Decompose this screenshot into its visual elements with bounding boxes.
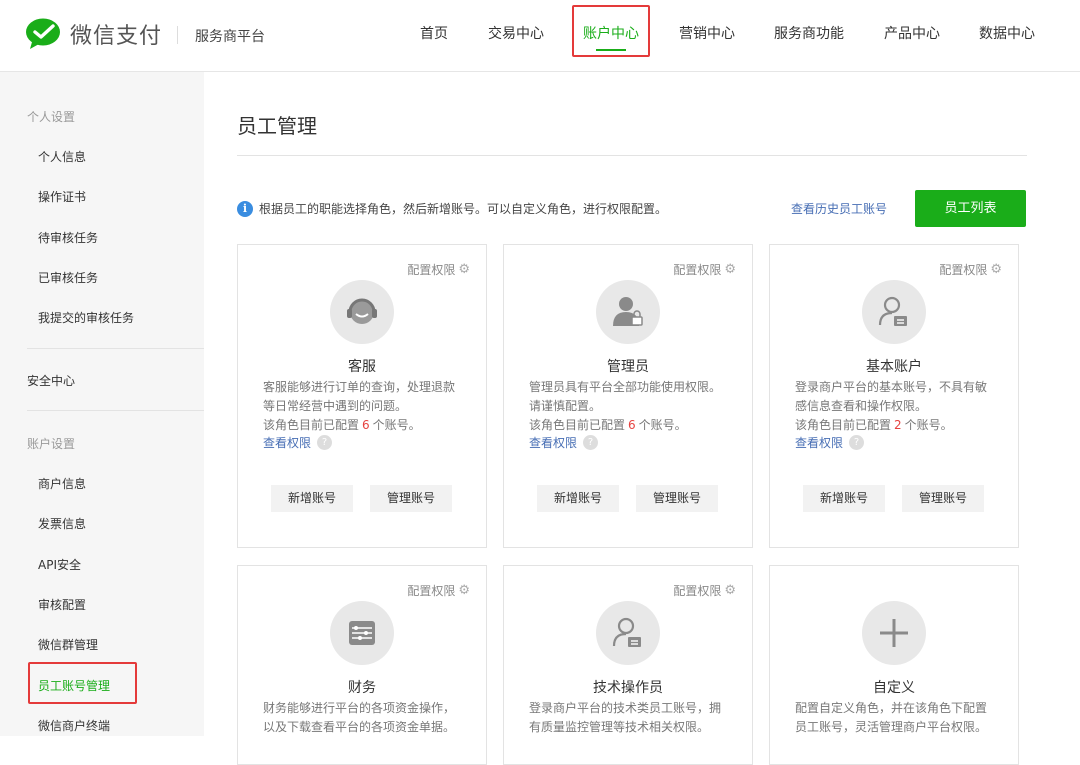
history-staff-link[interactable]: 查看历史员工账号 [791, 200, 887, 217]
config-permission-label: 配置权限 [939, 263, 988, 277]
config-permission-label: 配置权限 [673, 263, 722, 277]
manage-account-button[interactable]: 管理账号 [636, 485, 718, 512]
config-permission-link[interactable]: 配置权限 ⚙ [673, 582, 736, 599]
role-card-customer-service: 配置权限 ⚙ 客服 客服能够进行订单的查询，处理退款等日常经营中遇到的问题。 该角… [237, 244, 487, 548]
view-permission-link[interactable]: 查看权限? [795, 434, 865, 451]
help-icon[interactable]: ? [317, 435, 333, 450]
gear-icon: ⚙ [724, 262, 736, 277]
sidebar-group-personal-settings: 个人设置 [27, 110, 76, 124]
role-account-count: 该角色目前已配置 6 个账号。 [263, 418, 421, 432]
sidebar-item-wechat-group[interactable]: 微信群管理 [38, 636, 98, 653]
active-nav-underline [596, 49, 626, 51]
view-permission-link[interactable]: 查看权限? [263, 434, 333, 451]
sidebar-item-api-security[interactable]: API安全 [38, 556, 81, 573]
sidebar-divider [27, 410, 204, 411]
sidebar-item-pending-tasks[interactable]: 待审核任务 [38, 229, 98, 246]
sidebar-item-invoice-info[interactable]: 发票信息 [38, 515, 86, 532]
header-divider [177, 26, 178, 44]
sidebar-group-account-settings: 账户设置 [27, 437, 76, 451]
view-permission-link[interactable]: 查看权限? [529, 434, 599, 451]
config-permission-label: 配置权限 [673, 584, 722, 598]
view-permission-label: 查看权限 [263, 436, 312, 450]
platform-name: 服务商平台 [195, 29, 265, 45]
nav-transaction-center[interactable]: 交易中心 [484, 0, 548, 72]
title-divider [237, 155, 1027, 156]
view-permission-label: 查看权限 [795, 436, 844, 450]
brand-name: 微信支付 [70, 24, 163, 49]
info-tip-text: 根据员工的职能选择角色，然后新增账号。可以自定义角色，进行权限配置。 [259, 202, 668, 216]
add-account-button[interactable]: 新增账号 [537, 485, 619, 512]
config-permission-link[interactable]: 配置权限 ⚙ [407, 261, 470, 278]
sidebar-item-merchant-info[interactable]: 商户信息 [38, 475, 86, 492]
sidebar-item-submitted-tasks[interactable]: 我提交的审核任务 [38, 309, 134, 326]
nav-marketing-center[interactable]: 营销中心 [675, 0, 739, 72]
basic-user-icon [862, 280, 926, 344]
help-icon[interactable]: ? [583, 435, 599, 450]
nav-home[interactable]: 首页 [410, 0, 458, 72]
add-account-button[interactable]: 新增账号 [803, 485, 885, 512]
admin-lock-icon [596, 280, 660, 344]
role-name: 基本账户 [866, 359, 922, 375]
nav-data-center[interactable]: 数据中心 [975, 0, 1039, 72]
info-tip: i 根据员工的职能选择角色，然后新增账号。可以自定义角色，进行权限配置。 [237, 200, 667, 217]
role-name: 技术操作员 [593, 680, 663, 696]
info-icon: i [237, 200, 253, 217]
role-name: 管理员 [607, 359, 649, 375]
config-permission-link[interactable]: 配置权限 ⚙ [407, 582, 470, 599]
active-sidebar-highlight-box [28, 662, 137, 704]
abacus-icon [330, 601, 394, 665]
config-permission-link[interactable]: 配置权限 ⚙ [673, 261, 736, 278]
page-title: 员工管理 [237, 114, 317, 138]
config-permission-label: 配置权限 [407, 263, 456, 277]
sidebar-item-reviewed-tasks[interactable]: 已审核任务 [38, 269, 98, 286]
wechat-pay-logo-icon [26, 18, 60, 49]
add-account-button[interactable]: 新增账号 [271, 485, 353, 512]
help-icon[interactable]: ? [849, 435, 865, 450]
headset-icon [330, 280, 394, 344]
manage-account-button[interactable]: 管理账号 [902, 485, 984, 512]
gear-icon: ⚙ [724, 583, 736, 598]
sidebar-item-review-config[interactable]: 审核配置 [38, 596, 86, 613]
tech-user-icon [596, 601, 660, 665]
gear-icon: ⚙ [990, 262, 1002, 277]
config-permission-link[interactable]: 配置权限 ⚙ [939, 261, 1002, 278]
role-account-count: 该角色目前已配置 2 个账号。 [795, 418, 953, 432]
role-name: 客服 [348, 359, 376, 375]
manage-account-button[interactable]: 管理账号 [370, 485, 452, 512]
nav-provider-functions[interactable]: 服务商功能 [770, 0, 848, 72]
staff-list-button[interactable]: 员工列表 [915, 190, 1026, 227]
gear-icon: ⚙ [458, 262, 470, 277]
sidebar-item-certificate[interactable]: 操作证书 [38, 188, 86, 205]
role-description: 配置自定义角色，并在该角色下配置员工账号，灵活管理商户平台权限。 [795, 701, 988, 734]
role-description: 登录商户平台的基本账号，不具有敏感信息查看和操作权限。 [795, 380, 988, 413]
sidebar [0, 72, 204, 736]
wechat-pay-logo[interactable]: 微信支付 [26, 18, 162, 50]
nav-product-center[interactable]: 产品中心 [880, 0, 944, 72]
role-description: 客服能够进行订单的查询，处理退款等日常经营中遇到的问题。 [263, 380, 456, 413]
role-description: 登录商户平台的技术类员工账号，拥有质量监控管理等技术相关权限。 [529, 701, 722, 734]
role-description: 财务能够进行平台的各项资金操作，以及下载查看平台的各项资金单据。 [263, 701, 456, 734]
sidebar-item-personal-info[interactable]: 个人信息 [38, 148, 86, 165]
gear-icon: ⚙ [458, 583, 470, 598]
top-navigation-bar: 微信支付 服务商平台 首页 交易中心 账户中心 营销中心 服务商功能 产品中心 … [0, 0, 1080, 72]
role-card-basic-account: 配置权限 ⚙ 基本账户 登录商户平台的基本账号，不具有敏感信息查看和操作权限。 该… [769, 244, 1019, 548]
sidebar-divider [27, 348, 204, 349]
role-description: 管理员具有平台全部功能使用权限。请谨慎配置。 [529, 380, 722, 413]
sidebar-item-security-center[interactable]: 安全中心 [27, 372, 75, 389]
role-card-custom[interactable]: 自定义 配置自定义角色，并在该角色下配置员工账号，灵活管理商户平台权限。 [769, 565, 1019, 765]
sidebar-item-merchant-terminal[interactable]: 微信商户终端 [38, 717, 110, 734]
role-card-admin: 配置权限 ⚙ 管理员 管理员具有平台全部功能使用权限。请谨慎配置。 该角色目前已配… [503, 244, 753, 548]
role-name: 财务 [348, 680, 376, 696]
role-card-tech-operator: 配置权限 ⚙ 技术操作员 登录商户平台的技术类员工账号，拥有质量监控管理等技术相关… [503, 565, 753, 765]
plus-icon[interactable] [862, 601, 926, 665]
view-permission-label: 查看权限 [529, 436, 578, 450]
role-account-count: 该角色目前已配置 6 个账号。 [529, 418, 687, 432]
config-permission-label: 配置权限 [407, 584, 456, 598]
role-name: 自定义 [873, 680, 915, 696]
role-card-finance: 配置权限 ⚙ 财务 财务能够进行平台的各项资金操作，以及下载查看平台的各项资金单据… [237, 565, 487, 765]
